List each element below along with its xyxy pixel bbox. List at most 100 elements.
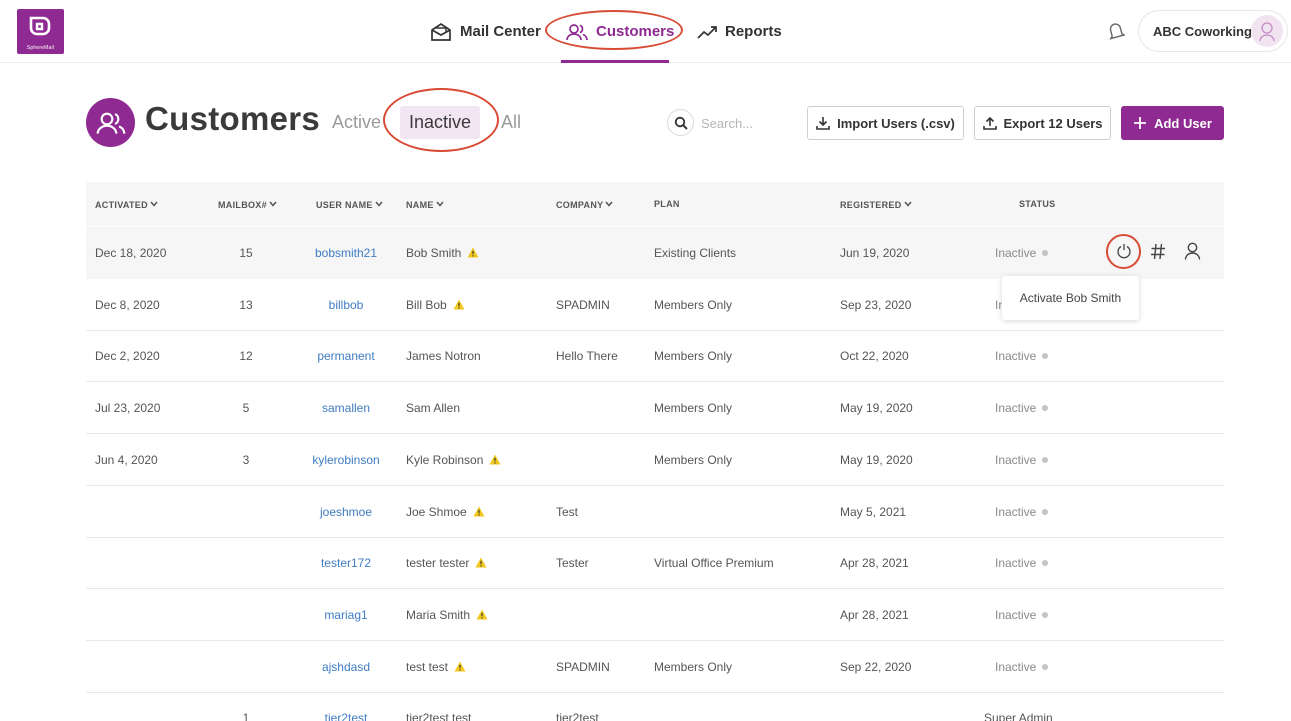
- cell-username-link-text: ajshdasd: [321, 659, 371, 674]
- nav-mail-center[interactable]: Mail Center: [430, 0, 541, 63]
- cell-plan-text: Members Only: [654, 659, 733, 674]
- cell-registered: May 5, 2021: [840, 505, 906, 519]
- spheremail-logo[interactable]: SphereMail: [17, 9, 64, 54]
- cell-plan: Members Only: [654, 660, 732, 674]
- cell-status: Inactive: [995, 608, 1049, 622]
- nav-customers[interactable]: Customers: [566, 0, 674, 63]
- cell-company-text: Tester: [556, 556, 589, 571]
- cell-username-link-text: kylerobinson: [312, 452, 380, 467]
- cell-name-text: tester tester: [406, 556, 470, 571]
- cell-registered: Apr 28, 2021: [840, 608, 909, 622]
- cell-plan-text: Members Only: [654, 452, 733, 467]
- cell-username-link[interactable]: billbob: [296, 298, 396, 312]
- search-icon[interactable]: [667, 109, 694, 136]
- cell-name: Bill Bob: [406, 298, 465, 313]
- cell-username-link[interactable]: kylerobinson: [296, 453, 396, 467]
- cell-activated-text: Dec 18, 2020: [95, 246, 167, 260]
- nav-mail-center-label: Mail Center: [460, 23, 541, 40]
- cell-company: SPADMIN: [556, 298, 610, 312]
- table-row[interactable]: Jun 4, 2020 3 kylerobinson Kyle Robinson Mem…: [86, 434, 1224, 486]
- cell-name-text: test test: [406, 659, 449, 674]
- cell-username-link[interactable]: joeshmoe: [296, 505, 396, 519]
- cell-username-link[interactable]: permanent: [296, 349, 396, 363]
- warning-icon: [454, 661, 466, 675]
- cell-activated: Dec 2, 2020: [95, 349, 160, 363]
- filter-tab-active[interactable]: Active: [332, 112, 381, 133]
- cell-status: Inactive: [995, 505, 1049, 519]
- table-row[interactable]: joeshmoe Joe Shmoe Test May 5, 2021 Inactive: [86, 486, 1224, 538]
- status-dot: [1042, 611, 1049, 618]
- column-activated[interactable]: ACTIVATED: [95, 199, 158, 210]
- table-row[interactable]: ajshdasd test test SPADMIN Members Only Sep …: [86, 641, 1224, 693]
- cell-registered: Apr 28, 2021: [840, 556, 909, 570]
- cell-name: James Notron: [406, 349, 481, 363]
- cell-username-link[interactable]: samallen: [296, 401, 396, 415]
- export-users-button[interactable]: Export 12 Users: [974, 106, 1111, 140]
- cell-activated: Dec 8, 2020: [95, 298, 160, 312]
- column-mailbox[interactable]: MAILBOX#: [218, 199, 277, 210]
- download-icon: [816, 116, 830, 130]
- cell-plan-text: Existing Clients: [654, 246, 737, 260]
- add-user-button[interactable]: Add User: [1121, 106, 1224, 140]
- cell-username-link[interactable]: bobsmith21: [296, 246, 396, 260]
- column-username[interactable]: USER NAME: [316, 199, 383, 210]
- cell-activated: Jun 4, 2020: [95, 453, 158, 467]
- cell-username-link[interactable]: ajshdasd: [296, 660, 396, 674]
- cell-company: tier2test: [556, 711, 599, 721]
- table-row[interactable]: mariag1 Maria Smith Apr 28, 2021 Inactive: [86, 589, 1224, 641]
- cell-name: Joe Shmoe: [406, 505, 485, 520]
- cell-name-text: Kyle Robinson: [406, 452, 484, 467]
- warning-icon: [473, 506, 485, 520]
- table-row[interactable]: Dec 2, 2020 12 permanent James Notron Hello …: [86, 330, 1224, 383]
- cell-status: Inactive: [995, 452, 1049, 467]
- nav-reports[interactable]: Reports: [697, 0, 782, 63]
- cell-status-text: Inactive: [995, 349, 1037, 364]
- notification-bell-icon[interactable]: [1107, 21, 1127, 46]
- cell-company: Tester: [556, 556, 589, 570]
- cell-activated: Jul 23, 2020: [95, 401, 160, 415]
- cell-username-link-text: tester172: [320, 556, 372, 571]
- cell-mailbox-text: 3: [242, 452, 250, 467]
- search-input[interactable]: [701, 113, 796, 133]
- cell-username-link[interactable]: tester172: [296, 556, 396, 570]
- cell-plan: Existing Clients: [654, 246, 736, 260]
- cell-plan-text: Members Only: [654, 349, 733, 364]
- cell-plan-text: Members Only: [654, 297, 733, 312]
- cell-company-text: Hello There: [556, 349, 618, 364]
- filter-tab-all[interactable]: All: [501, 112, 521, 133]
- filter-tab-inactive[interactable]: Inactive: [400, 106, 481, 139]
- page-title: Customers: [145, 100, 321, 137]
- hash-icon[interactable]: [1150, 243, 1166, 265]
- cell-activated: Dec 18, 2020: [95, 246, 166, 260]
- cell-company: Hello There: [556, 349, 618, 363]
- cell-status-text: Inactive: [995, 556, 1037, 571]
- cell-username-link-text: samallen: [321, 401, 371, 416]
- cell-activated-text: Jul 23, 2020: [95, 401, 161, 416]
- table-row[interactable]: Jul 23, 2020 5 samallen Sam Allen Members On…: [86, 382, 1224, 435]
- power-icon[interactable]: [1116, 243, 1132, 265]
- status-dot: [1042, 250, 1049, 256]
- column-registered[interactable]: REGISTERED: [840, 199, 912, 210]
- table-row[interactable]: 1 tier2test tier2test test tier2test Super A…: [86, 692, 1224, 721]
- column-company[interactable]: COMPANY: [556, 199, 614, 210]
- chevron-down-icon: [375, 199, 383, 209]
- cell-name-text: tier2test test: [406, 711, 472, 721]
- table-row[interactable]: tester172 tester tester Tester Virtual Offi…: [86, 537, 1224, 590]
- column-name[interactable]: NAME: [406, 199, 444, 210]
- account-menu[interactable]: ABC Coworking: [1138, 10, 1288, 52]
- cell-status-text: Inactive: [995, 452, 1037, 467]
- cell-username-link[interactable]: mariag1: [296, 608, 396, 622]
- cell-company-text: tier2test: [556, 711, 599, 721]
- cell-mailbox-text: 12: [239, 349, 253, 364]
- import-users-button[interactable]: Import Users (.csv): [807, 106, 964, 140]
- cell-plan: Members Only: [654, 453, 732, 467]
- cell-name-text: Bob Smith: [406, 246, 462, 260]
- cell-mailbox-text: 15: [239, 246, 253, 260]
- cell-username-link[interactable]: tier2test: [296, 711, 396, 721]
- user-profile-icon[interactable]: [1184, 242, 1201, 265]
- export-users-label: Export 12 Users: [1003, 115, 1103, 131]
- table-row[interactable]: Dec 18, 2020 15 bobsmith21 Bob Smith Existin…: [86, 227, 1224, 279]
- cell-username-link-text: billbob: [328, 297, 364, 312]
- cell-name-text: Sam Allen: [406, 401, 461, 416]
- cell-name: Maria Smith: [406, 608, 488, 623]
